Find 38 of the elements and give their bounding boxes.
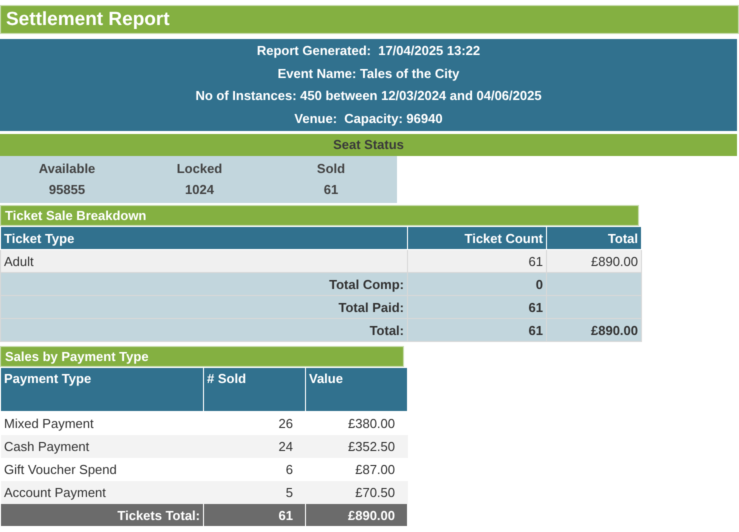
- column-header: Ticket Type: [0, 226, 408, 250]
- table-cell: £890.00: [546, 318, 642, 342]
- report-info-line: No of Instances: 450 between 12/03/2024 and 04/06/2025: [194, 87, 543, 105]
- table-cell: Account Payment: [0, 480, 204, 504]
- report-title: Settlement Report: [0, 5, 739, 34]
- table-cell: £352.50: [306, 434, 408, 458]
- column-header: Payment Type: [0, 368, 204, 412]
- seat-status-value: 61: [322, 181, 340, 199]
- column-header: # Sold: [204, 368, 306, 412]
- table-cell-text: £380.00: [347, 414, 396, 432]
- table-cell: Gift Voucher Spend: [0, 458, 204, 480]
- table-cell: 61: [204, 504, 306, 526]
- section-title: Sales by Payment Type: [0, 346, 404, 367]
- seat-status-value: 95855: [48, 181, 86, 199]
- table-cell: 5: [204, 480, 306, 504]
- table-cell: Tickets Total:: [0, 504, 204, 526]
- table-cell: £87.00: [306, 458, 408, 480]
- table-cell: £70.50: [306, 480, 408, 504]
- section-title: Ticket Sale Breakdown: [0, 205, 639, 226]
- report-info-line: Event Name: Tales of the City: [276, 64, 460, 83]
- table-cell-text: Mixed Payment: [3, 414, 95, 433]
- seat-status-label: Locked: [176, 160, 224, 178]
- column-header: Ticket Count: [408, 226, 546, 250]
- seat-status-label: Sold: [316, 160, 346, 178]
- table-cell: Total:: [0, 318, 408, 342]
- section-title: Seat Status: [0, 134, 737, 156]
- table-cell: 24: [204, 434, 306, 458]
- table-cell: £890.00: [306, 504, 408, 526]
- column-header: Total: [546, 226, 642, 250]
- column-header: Value: [306, 368, 408, 412]
- report-info-line: Venue: Capacity: 96940: [293, 110, 444, 128]
- table-cell-text: 26: [278, 414, 294, 432]
- table-cell: Cash Payment: [0, 434, 204, 458]
- report-info-line: Report Generated: 17/04/2025 13:22: [256, 42, 482, 60]
- seat-status-value: 1024: [184, 181, 215, 199]
- table-cell: 6: [204, 458, 306, 480]
- seat-status-label: Available: [38, 160, 96, 178]
- table-cell: 61: [408, 318, 546, 342]
